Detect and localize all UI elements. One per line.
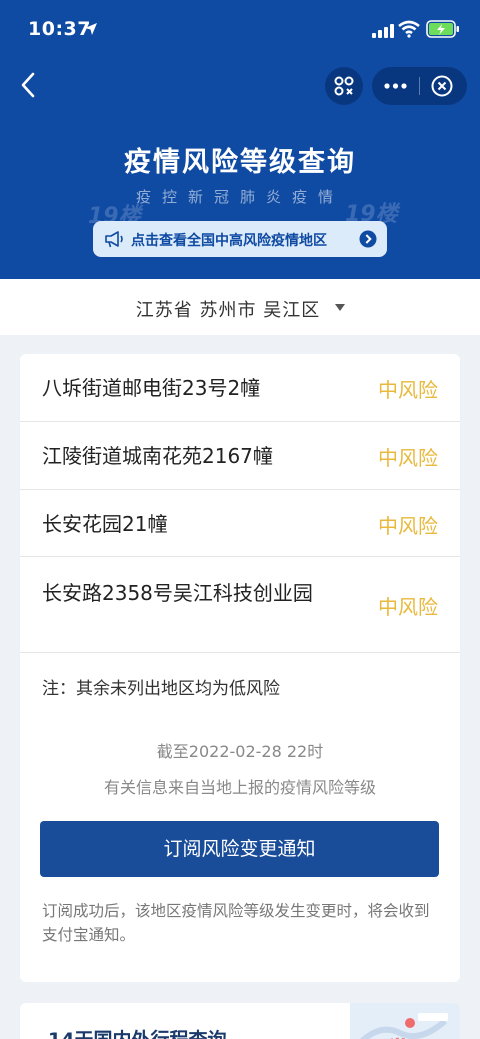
more-icon [384, 83, 407, 89]
map-thumbnail-icon [350, 1003, 460, 1039]
low-risk-note: 注：其余未列出地区均为低风险 [42, 679, 280, 699]
region-label: 江苏省 苏州市 吴江区 [135, 300, 321, 321]
location-arrow-icon [85, 23, 97, 35]
scan-button[interactable] [325, 67, 363, 105]
area-name: 长安路2358号吴江科技创业园 [42, 581, 313, 605]
chevron-right-icon [359, 230, 377, 248]
wifi-icon [398, 20, 420, 38]
region-selector[interactable]: 江苏省 苏州市 吴江区 [0, 279, 480, 335]
travel-query-title: 14天国内外行程查询 [48, 1025, 226, 1039]
miniapp-capsule [372, 67, 467, 105]
signal-icon [372, 24, 394, 38]
status-time: 10:37 [28, 18, 91, 40]
list-item: 长安路2358号吴江科技创业园 中风险 [20, 557, 460, 653]
risk-level: 中风险 [378, 378, 438, 402]
list-item: 长安花园21幢 中风险 [20, 490, 460, 557]
area-name: 长安花园21幢 [42, 512, 168, 536]
header-area: 10:37 疫情风险等级查询 疫控新冠肺炎疫情 19楼 19楼 点击查看全国中高… [0, 0, 480, 279]
close-button[interactable] [420, 67, 467, 105]
list-item: 江陵街道城南花苑2167幢 中风险 [20, 422, 460, 490]
close-icon [431, 75, 453, 97]
page-title: 疫情风险等级查询 [124, 147, 356, 178]
battery-icon [426, 20, 459, 38]
high-risk-areas-banner[interactable]: 点击查看全国中高风险疫情地区 [93, 221, 387, 257]
area-name: 八坼街道邮电街23号2幢 [42, 376, 261, 400]
subscribe-description: 订阅成功后，该地区疫情风险等级发生变更时，将会收到支付宝通知。 [42, 902, 430, 944]
area-name: 江陵街道城南花苑2167幢 [42, 444, 273, 468]
data-deadline: 截至2022-02-28 22时 [156, 742, 324, 761]
banner-label: 点击查看全国中高风险疫情地区 [131, 233, 327, 249]
status-bar: 10:37 [0, 0, 480, 60]
risk-level: 中风险 [378, 514, 438, 538]
data-source: 有关信息来自当地上报的疫情风险等级 [103, 778, 376, 797]
more-button[interactable] [372, 67, 419, 105]
travel-query-card[interactable]: 14天国内外行程查询 [20, 1003, 460, 1039]
page-subtitle: 疫控新冠肺炎疫情 [135, 188, 344, 206]
risk-list-card: 八坼街道邮电街23号2幢 中风险 江陵街道城南花苑2167幢 中风险 长安花园2… [20, 354, 460, 982]
back-icon[interactable] [14, 70, 44, 100]
risk-level: 中风险 [378, 595, 438, 619]
nav-bar [0, 62, 480, 110]
caret-down-icon [335, 304, 345, 311]
risk-level: 中风险 [378, 446, 438, 470]
subscribe-button[interactable]: 订阅风险变更通知 [40, 821, 439, 877]
list-item: 八坼街道邮电街23号2幢 中风险 [20, 354, 460, 422]
megaphone-icon [105, 231, 123, 248]
scan-icon [334, 76, 354, 96]
